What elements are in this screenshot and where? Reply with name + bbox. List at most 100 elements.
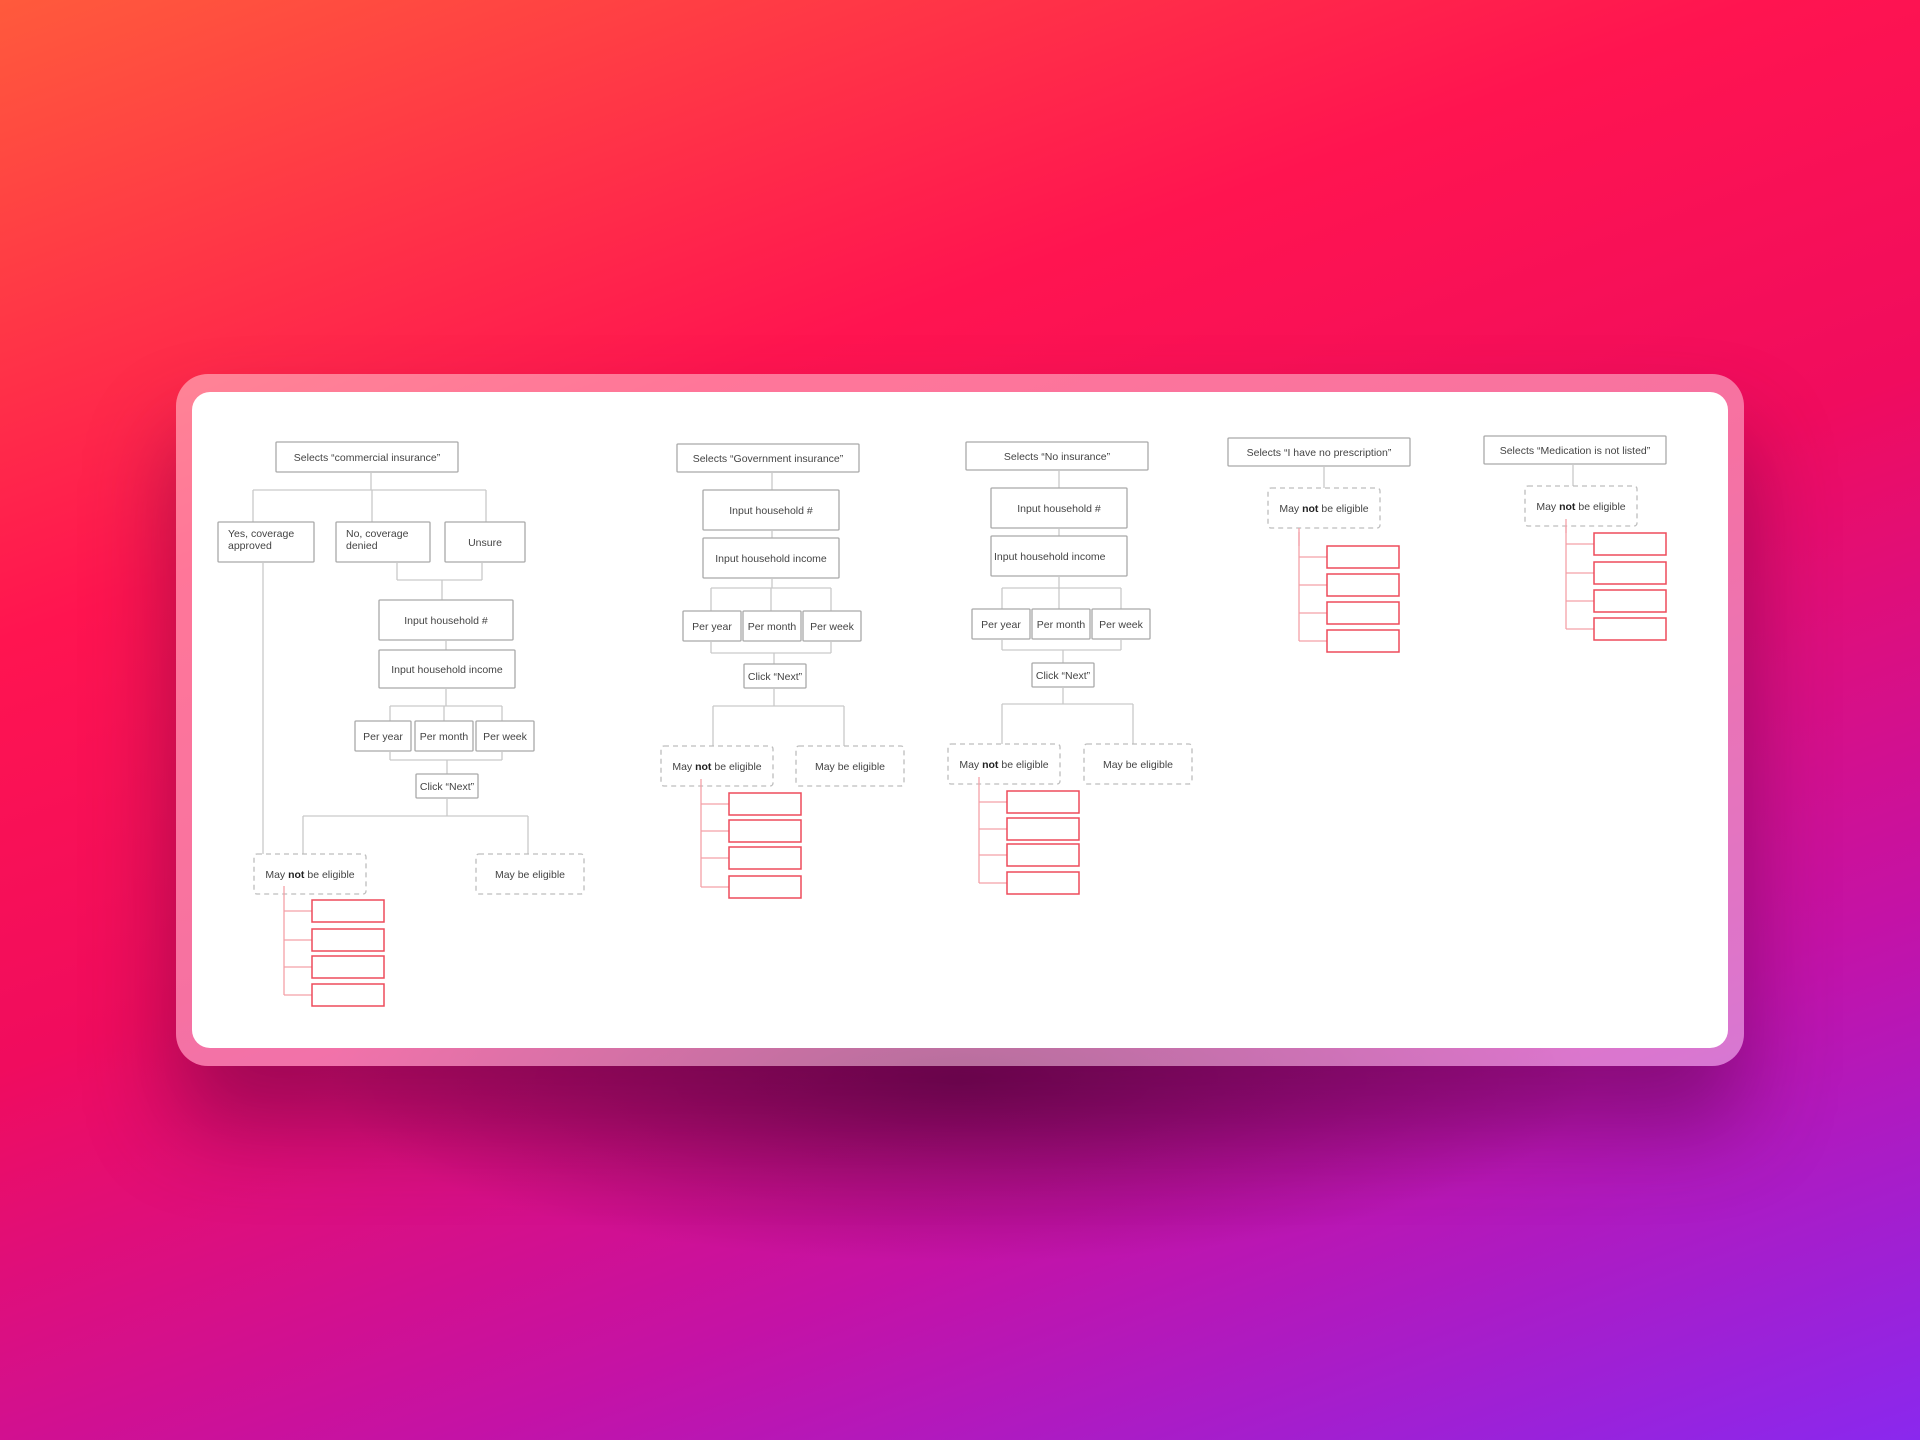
node-may-be-eligible-label: May be eligible <box>815 761 885 773</box>
label-part: be eligible <box>998 759 1048 771</box>
node-may-not-be-eligible: May not be eligible <box>1267 487 1381 529</box>
node-may-be-eligible: May be eligible <box>1083 743 1193 785</box>
empty-outcome-box <box>1326 601 1400 625</box>
node-click-next: Click “Next” <box>743 663 807 689</box>
label-emphasis: not <box>1302 503 1319 515</box>
node-click-next: Click “Next” <box>415 773 479 799</box>
node-commercial-insurance: Selects “commercial insurance” <box>275 441 459 473</box>
node-may-not-be-eligible-label: May not be eligible <box>1279 503 1368 515</box>
node-click-next-label: Click “Next” <box>420 781 475 793</box>
node-may-be-eligible-label: May be eligible <box>1103 759 1173 771</box>
label-line: approved <box>228 540 272 552</box>
node-per-week-label: Per week <box>810 621 855 633</box>
label-part: be eligible <box>1318 503 1368 515</box>
node-government-insurance: Selects “Government insurance” <box>676 443 860 473</box>
empty-outcome-box <box>311 955 385 979</box>
node-per-week: Per week <box>475 720 535 752</box>
empty-outcome-box <box>728 792 802 816</box>
node-no-prescription-label: Selects “I have no prescription” <box>1247 447 1392 459</box>
empty-outcome-box <box>1006 817 1080 841</box>
node-per-year: Per year <box>354 720 412 752</box>
node-input-household-number: Input household # <box>378 599 514 641</box>
node-input-household-number-label: Input household # <box>1017 503 1101 515</box>
label-emphasis: not <box>1559 501 1576 513</box>
node-input-household-number: Input household # <box>702 489 840 531</box>
node-may-not-be-eligible: May not be eligible <box>253 853 367 895</box>
node-click-next: Click “Next” <box>1031 662 1095 688</box>
node-may-not-be-eligible-label: May not be eligible <box>265 869 354 881</box>
node-no-insurance-label: Selects “No insurance” <box>1004 451 1111 463</box>
node-input-household-income: Input household income <box>702 537 840 579</box>
label-part: be eligible <box>711 761 761 773</box>
label-emphasis: not <box>288 869 305 881</box>
label-line: denied <box>346 540 378 552</box>
label-part: be eligible <box>1575 501 1625 513</box>
node-click-next-label: Click “Next” <box>748 671 803 683</box>
node-may-not-be-eligible-label: May not be eligible <box>959 759 1048 771</box>
flowchart-card: Selects “commercial insurance” Yes, cover… <box>192 392 1728 1048</box>
node-per-month-label: Per month <box>1037 619 1086 631</box>
node-click-next-label: Click “Next” <box>1036 670 1091 682</box>
node-per-year-label: Per year <box>981 619 1021 631</box>
empty-outcome-box <box>728 875 802 899</box>
node-per-week-label: Per week <box>1099 619 1144 631</box>
node-no-insurance: Selects “No insurance” <box>965 441 1149 471</box>
node-per-week: Per week <box>802 610 862 642</box>
empty-outcome-box <box>1326 629 1400 653</box>
empty-outcome-box <box>728 819 802 843</box>
empty-outcome-box <box>1326 545 1400 569</box>
node-input-household-number-label: Input household # <box>404 615 488 627</box>
node-per-year-label: Per year <box>692 621 732 633</box>
node-may-not-be-eligible: May not be eligible <box>660 745 774 787</box>
label-emphasis: not <box>695 761 712 773</box>
node-per-month-label: Per month <box>748 621 797 633</box>
eligibility-flowchart: Selects “commercial insurance” Yes, cover… <box>217 435 1667 1007</box>
empty-outcome-box <box>311 928 385 952</box>
empty-outcome-box <box>1593 589 1667 613</box>
label-part: May <box>1279 503 1302 515</box>
node-government-insurance-label: Selects “Government insurance” <box>693 453 844 465</box>
node-per-month: Per month <box>1031 608 1091 640</box>
node-coverage-approved: Yes, coverage approved <box>217 521 315 563</box>
label-line: No, coverage <box>346 528 409 540</box>
empty-outcome-box <box>1593 561 1667 585</box>
node-input-household-number: Input household # <box>990 487 1128 529</box>
node-input-household-income-label: Input household income <box>391 664 503 676</box>
node-may-be-eligible: May be eligible <box>475 853 585 895</box>
node-per-year-label: Per year <box>363 731 403 743</box>
node-input-household-income: Input household income <box>378 649 516 689</box>
empty-outcome-box <box>1006 843 1080 867</box>
node-may-not-be-eligible-label: May not be eligible <box>1536 501 1625 513</box>
empty-outcome-box <box>311 983 385 1007</box>
empty-outcome-box <box>1006 790 1080 814</box>
node-input-household-number-label: Input household # <box>729 505 813 517</box>
label-part: May <box>672 761 695 773</box>
node-per-month: Per month <box>742 610 802 642</box>
node-per-month-label: Per month <box>420 731 469 743</box>
node-may-be-eligible: May be eligible <box>795 745 905 787</box>
node-per-week-label: Per week <box>483 731 528 743</box>
node-input-household-income-label: Input household income <box>715 553 827 565</box>
empty-outcome-box <box>311 899 385 923</box>
node-medication-not-listed: Selects “Medication is not listed” <box>1483 435 1667 465</box>
node-per-year: Per year <box>682 610 742 642</box>
node-may-not-be-eligible: May not be eligible <box>947 743 1061 785</box>
node-no-prescription: Selects “I have no prescription” <box>1227 437 1411 467</box>
node-may-not-be-eligible-label: May not be eligible <box>672 761 761 773</box>
node-medication-not-listed-label: Selects “Medication is not listed” <box>1500 445 1651 457</box>
node-commercial-insurance-label: Selects “commercial insurance” <box>294 452 441 464</box>
node-per-month: Per month <box>414 720 474 752</box>
node-coverage-denied: No, coverage denied <box>335 521 431 563</box>
label-part: be eligible <box>304 869 354 881</box>
node-may-not-be-eligible: May not be eligible <box>1524 485 1638 527</box>
label-line: Yes, coverage <box>228 528 294 540</box>
node-input-household-income: Input household income <box>990 535 1128 577</box>
label-emphasis: not <box>982 759 999 771</box>
empty-outcome-box <box>1593 532 1667 556</box>
label-part: May <box>1536 501 1559 513</box>
node-may-be-eligible-label: May be eligible <box>495 869 565 881</box>
node-input-household-income-label: Input household income <box>994 551 1106 563</box>
node-unsure: Unsure <box>444 521 526 563</box>
node-per-year: Per year <box>971 608 1031 640</box>
node-unsure-label: Unsure <box>468 537 502 549</box>
